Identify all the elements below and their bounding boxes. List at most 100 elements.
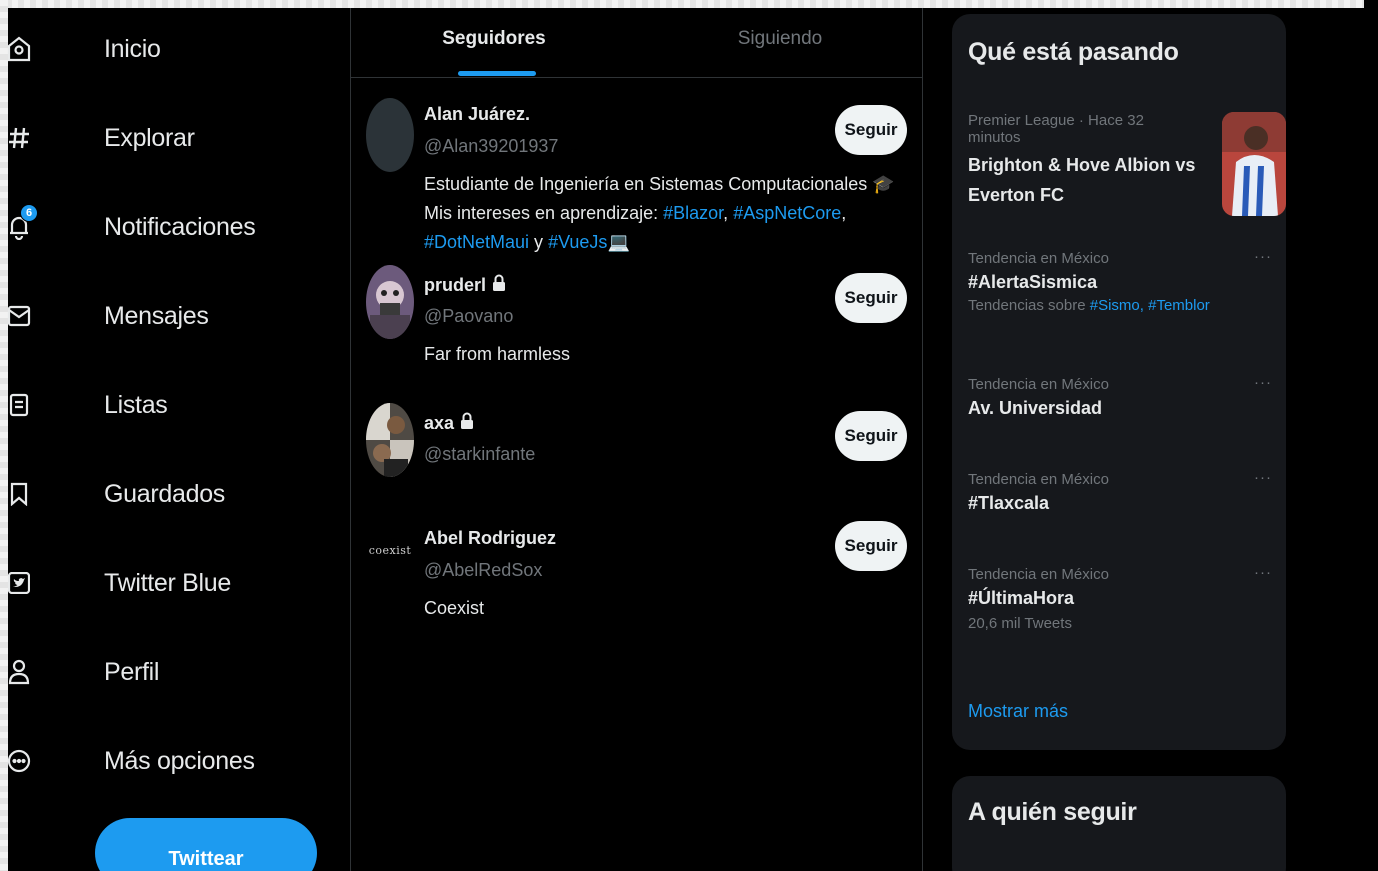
sidebar-item-notificaciones[interactable]: 6 Notificaciones bbox=[10, 202, 256, 252]
sidebar-item-label: Perfil bbox=[104, 657, 160, 686]
user-name: pruderl bbox=[424, 275, 487, 295]
user-name: axa bbox=[424, 413, 455, 433]
user-handle: @Alan39201937 bbox=[424, 136, 559, 156]
trend-image bbox=[1222, 112, 1286, 216]
avatar-logo-text: coexist bbox=[368, 543, 412, 557]
more-options-icon[interactable]: ··· bbox=[1254, 248, 1272, 265]
hashtag-icon bbox=[4, 123, 34, 153]
trend-meta: Premier League · Hace 32 minutos bbox=[968, 112, 1144, 146]
follow-button[interactable]: Seguir bbox=[835, 521, 907, 571]
user-name: Alan Juárez. bbox=[424, 104, 531, 124]
lock-icon bbox=[492, 274, 506, 297]
avatar[interactable] bbox=[366, 265, 414, 339]
user-name-row: axa bbox=[424, 412, 474, 435]
trends-card: Qué está pasando Premier League · Hace 3… bbox=[952, 14, 1286, 750]
user-bio: Estudiante de Ingeniería en Sistemas Com… bbox=[424, 170, 906, 257]
trend-related-tags[interactable]: #Sismo, #Temblor bbox=[1090, 297, 1210, 314]
trend-meta: Tendencia en México bbox=[968, 376, 1109, 393]
followers-panel: Seguidores Siguiendo Alan Juárez. @Alan3… bbox=[350, 8, 923, 871]
more-circle-icon bbox=[4, 746, 34, 776]
sidebar-item-mas-opciones[interactable]: Más opciones bbox=[7, 736, 255, 786]
person-icon bbox=[4, 657, 34, 687]
follow-button[interactable]: Seguir bbox=[835, 411, 907, 461]
sidebar-item-label: Guardados bbox=[104, 479, 225, 508]
sidebar-item-label: Mensajes bbox=[104, 301, 209, 330]
sidebar-item-guardados[interactable]: Guardados bbox=[10, 469, 225, 519]
trend-item[interactable]: Tendencia en México Av. Universidad ··· bbox=[968, 374, 1272, 423]
sidebar-nav: Inicio Explorar 6 Notificaciones Mensaje… bbox=[7, 8, 350, 871]
trend-meta: Tendencia en México bbox=[968, 471, 1109, 488]
follow-button[interactable]: Seguir bbox=[835, 273, 907, 323]
active-tab-indicator bbox=[458, 71, 536, 76]
sidebar-item-listas[interactable]: Listas bbox=[9, 380, 168, 430]
avatar[interactable]: coexist bbox=[366, 513, 414, 587]
trend-name: Av. Universidad bbox=[968, 398, 1103, 418]
hashtag-link[interactable]: #Blazor bbox=[663, 203, 723, 223]
trend-related: Tendencias sobre #Sismo, #Temblor bbox=[968, 297, 1272, 314]
user-bio: Coexist bbox=[424, 598, 485, 618]
trend-name: #AlertaSismica bbox=[968, 272, 1098, 292]
show-more-link[interactable]: Mostrar más bbox=[968, 701, 1068, 722]
trend-item[interactable]: Tendencia en México #AlertaSismica Tende… bbox=[968, 248, 1272, 314]
hashtag-link[interactable]: #AspNetCore bbox=[733, 203, 841, 223]
user-bio: Far from harmless bbox=[424, 344, 571, 364]
window-frame-top bbox=[0, 0, 1378, 8]
sidebar-item-label: Inicio bbox=[104, 34, 161, 63]
who-to-follow-card: A quién seguir bbox=[952, 776, 1286, 871]
sidebar-item-inicio[interactable]: Inicio bbox=[7, 24, 161, 74]
who-to-follow-title: A quién seguir bbox=[968, 798, 1137, 826]
bio-text: , bbox=[841, 203, 847, 223]
trend-item[interactable]: Tendencia en México #Tlaxcala ··· bbox=[968, 469, 1272, 518]
bio-text: y bbox=[529, 232, 549, 252]
sidebar-item-label: Twitter Blue bbox=[104, 568, 232, 597]
user-list-item[interactable]: pruderl @Paovano Seguir Far from harmles… bbox=[351, 258, 923, 388]
tab-siguiendo[interactable]: Siguiendo bbox=[637, 8, 923, 78]
more-options-icon[interactable]: ··· bbox=[1254, 374, 1272, 391]
more-options-icon[interactable]: ··· bbox=[1254, 469, 1272, 486]
user-handle: @starkinfante bbox=[424, 444, 536, 464]
trend-meta: Tendencia en México bbox=[968, 566, 1109, 583]
sidebar-item-twitter-blue[interactable]: Twitter Blue bbox=[8, 558, 232, 608]
trend-related-prefix: Tendencias sobre bbox=[968, 297, 1090, 314]
user-handle: @Paovano bbox=[424, 306, 514, 326]
avatar[interactable] bbox=[366, 98, 414, 172]
sidebar-item-mensajes[interactable]: Mensajes bbox=[7, 291, 209, 341]
twitter-blue-icon bbox=[4, 568, 34, 598]
sidebar-item-perfil[interactable]: Perfil bbox=[8, 647, 160, 697]
bookmark-icon bbox=[4, 479, 34, 509]
trend-name: #ÚltimaHora bbox=[968, 588, 1075, 608]
trends-title: Qué está pasando bbox=[968, 38, 1179, 66]
trend-name: #Tlaxcala bbox=[968, 493, 1050, 513]
sidebar-item-label: Notificaciones bbox=[104, 212, 256, 241]
hashtag-link[interactable]: #VueJs bbox=[548, 232, 607, 252]
home-icon bbox=[4, 34, 34, 64]
user-name-row: Alan Juárez. bbox=[424, 104, 530, 125]
window-frame-right bbox=[1364, 0, 1378, 871]
user-name-row: pruderl bbox=[424, 274, 506, 297]
user-list-item[interactable]: coexist Abel Rodriguez @AbelRedSox Segui… bbox=[351, 506, 923, 636]
user-list-item[interactable]: Alan Juárez. @Alan39201937 Seguir Estudi… bbox=[351, 88, 923, 258]
more-options-icon[interactable]: ··· bbox=[1254, 564, 1272, 581]
sidebar-item-label: Listas bbox=[104, 390, 168, 419]
user-list-item[interactable]: axa @starkinfante Seguir bbox=[351, 396, 923, 506]
trend-name: Brighton & Hove Albion vs Everton FC bbox=[968, 155, 1196, 205]
bio-text: , bbox=[723, 203, 734, 223]
tab-seguidores[interactable]: Seguidores bbox=[351, 8, 637, 78]
user-name-row: Abel Rodriguez bbox=[424, 528, 556, 549]
sidebar-item-explorar[interactable]: Explorar bbox=[9, 113, 195, 163]
bell-icon: 6 bbox=[4, 204, 38, 242]
avatar[interactable] bbox=[366, 403, 414, 477]
trend-item[interactable]: Premier League · Hace 32 minutos Brighto… bbox=[968, 112, 1286, 222]
sidebar-item-label: Más opciones bbox=[104, 746, 255, 775]
trend-tweet-count: 20,6 mil Tweets bbox=[968, 615, 1072, 632]
notification-badge: 6 bbox=[20, 204, 38, 222]
user-handle: @AbelRedSox bbox=[424, 560, 543, 580]
follow-button[interactable]: Seguir bbox=[835, 105, 907, 155]
list-icon bbox=[4, 390, 34, 420]
hashtag-link[interactable]: #DotNetMaui bbox=[424, 232, 529, 252]
envelope-icon bbox=[4, 301, 34, 331]
tweet-button[interactable]: Twittear bbox=[95, 818, 317, 871]
sidebar-item-label: Explorar bbox=[104, 123, 195, 152]
trend-item[interactable]: Tendencia en México #ÚltimaHora 20,6 mil… bbox=[968, 564, 1272, 632]
trend-meta: Tendencia en México bbox=[968, 250, 1109, 267]
